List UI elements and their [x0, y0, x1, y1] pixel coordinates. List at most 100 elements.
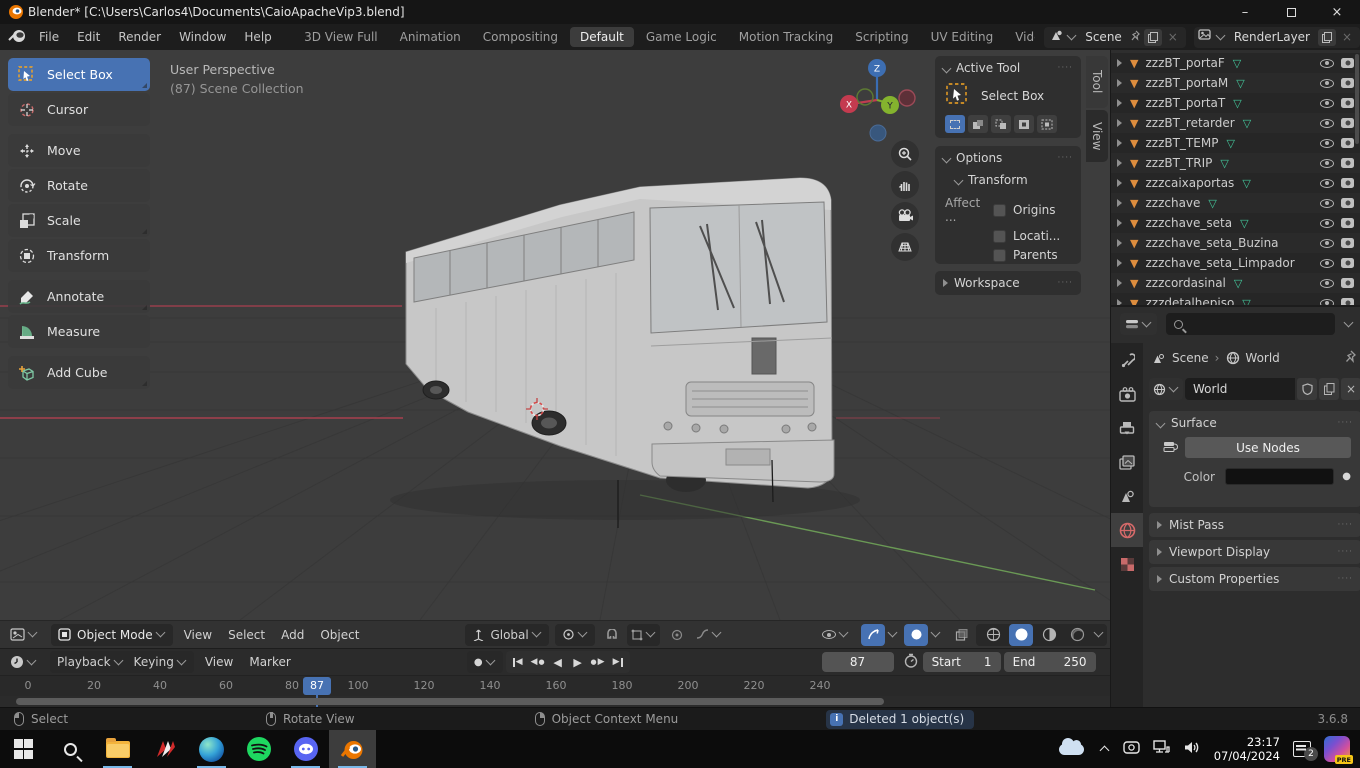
- pivot-point-selector[interactable]: [554, 623, 595, 646]
- locations-checkbox[interactable]: [993, 229, 1006, 243]
- snap-toggle[interactable]: [600, 624, 624, 646]
- tab-output-properties[interactable]: [1111, 411, 1143, 445]
- render-visibility-icon[interactable]: [1341, 78, 1354, 88]
- tool-move[interactable]: Move: [8, 134, 150, 167]
- panel-grip[interactable]: ····: [1338, 418, 1353, 428]
- expand-icon[interactable]: [1117, 79, 1122, 87]
- breadcrumb-scene[interactable]: Scene: [1172, 351, 1209, 365]
- menu-render[interactable]: Render: [109, 24, 170, 50]
- minimize-button[interactable]: –: [1222, 0, 1268, 24]
- sidebar-tab-view[interactable]: View: [1086, 110, 1108, 162]
- panel-grip[interactable]: ····: [1338, 547, 1353, 557]
- render-visibility-icon[interactable]: [1341, 158, 1354, 168]
- outliner-row[interactable]: ▼ zzzcaixaportas ▽: [1111, 173, 1360, 193]
- tool-scale[interactable]: Scale: [8, 204, 150, 237]
- expand-icon[interactable]: [1117, 259, 1122, 267]
- navigation-gizmo[interactable]: Z X Y: [838, 58, 920, 148]
- render-visibility-icon[interactable]: [1341, 238, 1354, 248]
- panel-grip[interactable]: ····: [1058, 278, 1073, 288]
- scene-browse-icon[interactable]: [1048, 29, 1064, 45]
- expand-icon[interactable]: [1117, 239, 1122, 247]
- outliner-row[interactable]: ▼ zzzBT_portaM ▽: [1111, 73, 1360, 93]
- volume-tray-icon[interactable]: [1183, 740, 1201, 758]
- custom-properties-panel[interactable]: Custom Properties ····: [1149, 567, 1360, 591]
- world-browse-button[interactable]: [1149, 378, 1183, 400]
- tab-render-properties[interactable]: [1111, 377, 1143, 411]
- workspace-tab-animation[interactable]: Animation: [390, 27, 471, 47]
- select-mode-new-button[interactable]: [945, 115, 965, 133]
- viewport-display-panel[interactable]: Viewport Display ····: [1149, 540, 1360, 564]
- orthographic-toggle-button[interactable]: [891, 233, 919, 261]
- select-mode-intersect-button[interactable]: [1037, 115, 1057, 133]
- mode-selector[interactable]: Object Mode: [51, 623, 173, 646]
- workspace-header[interactable]: Workspace ····: [935, 271, 1081, 295]
- overlays-toggle[interactable]: [904, 623, 928, 646]
- expand-icon[interactable]: [1117, 199, 1122, 207]
- keying-menu[interactable]: Keying: [134, 655, 174, 669]
- tool-annotate[interactable]: Annotate: [8, 280, 150, 313]
- surface-header[interactable]: Surface ····: [1149, 411, 1360, 435]
- view-layer-name[interactable]: RenderLayer: [1226, 30, 1318, 44]
- end-frame-field[interactable]: End 250: [1003, 652, 1096, 672]
- playhead[interactable]: 87: [303, 677, 331, 695]
- menu-window[interactable]: Window: [170, 24, 235, 50]
- origins-checkbox[interactable]: [993, 203, 1006, 217]
- expand-icon[interactable]: [1117, 59, 1122, 67]
- active-tool-header[interactable]: Active Tool ····: [935, 56, 1081, 80]
- animate-dot-icon[interactable]: ●: [1342, 471, 1351, 482]
- shading-material-button[interactable]: [1037, 624, 1061, 646]
- hide-eye-icon[interactable]: [1320, 278, 1334, 288]
- panel-grip[interactable]: ····: [1058, 63, 1073, 73]
- taskbar-blender[interactable]: [329, 730, 376, 768]
- outliner-row[interactable]: ▼ zzzBT_TRIP ▽: [1111, 153, 1360, 173]
- notification-center-icon[interactable]: 2: [1293, 741, 1318, 761]
- paint-app-icon[interactable]: PRE: [1324, 736, 1353, 764]
- properties-editor-type-button[interactable]: [1120, 313, 1157, 335]
- render-visibility-icon[interactable]: [1341, 218, 1354, 228]
- shading-solid-button[interactable]: [1009, 623, 1033, 646]
- expand-icon[interactable]: [1117, 279, 1122, 287]
- expand-icon[interactable]: [1117, 139, 1122, 147]
- copy-datablock-icon[interactable]: [1319, 378, 1339, 400]
- workspace-tab-game-logic[interactable]: Game Logic: [636, 27, 727, 47]
- render-visibility-icon[interactable]: [1341, 118, 1354, 128]
- menu-file[interactable]: File: [30, 24, 68, 50]
- view-layer-browse-icon[interactable]: [1198, 29, 1213, 45]
- jump-to-start-button[interactable]: ◀: [508, 653, 528, 671]
- workspace-tab-uv-editing[interactable]: UV Editing: [921, 27, 1004, 47]
- sidebar-tab-tool[interactable]: Tool: [1086, 56, 1108, 108]
- tab-tool-properties[interactable]: [1111, 343, 1143, 377]
- play-button[interactable]: ▶: [568, 653, 588, 671]
- properties-search-input[interactable]: [1166, 313, 1335, 335]
- select-mode-invert-button[interactable]: [1014, 115, 1034, 133]
- hide-eye-icon[interactable]: [1320, 98, 1334, 108]
- delete-scene-icon[interactable]: ×: [1164, 29, 1182, 46]
- select-mode-subtract-button[interactable]: [991, 115, 1011, 133]
- gizmos-toggle[interactable]: [861, 623, 885, 646]
- render-visibility-icon[interactable]: [1341, 138, 1354, 148]
- taskbar-discord[interactable]: [282, 730, 329, 768]
- render-visibility-icon[interactable]: [1341, 278, 1354, 288]
- maximize-button[interactable]: [1268, 0, 1314, 24]
- mist-pass-panel[interactable]: Mist Pass ····: [1149, 513, 1360, 537]
- add-menu[interactable]: Add: [273, 628, 312, 642]
- blender-menu-icon[interactable]: [8, 29, 26, 46]
- current-frame-field[interactable]: 87: [821, 652, 894, 672]
- select-menu[interactable]: Select: [220, 628, 273, 642]
- hide-eye-icon[interactable]: [1320, 158, 1334, 168]
- workspace-tab-3d-view-full[interactable]: 3D View Full: [294, 27, 388, 47]
- pin-id-icon[interactable]: [1344, 350, 1357, 366]
- report-message[interactable]: i Deleted 1 object(s): [826, 709, 975, 729]
- tab-scene-properties[interactable]: [1111, 479, 1143, 513]
- taskbar-medal-app[interactable]: [141, 730, 188, 768]
- scene-name[interactable]: Scene: [1077, 30, 1130, 44]
- hide-eye-icon[interactable]: [1320, 258, 1334, 268]
- expand-icon[interactable]: [1117, 99, 1122, 107]
- render-visibility-icon[interactable]: [1341, 298, 1354, 305]
- hide-eye-icon[interactable]: [1320, 58, 1334, 68]
- next-keyframe-button[interactable]: ● ▶: [588, 653, 608, 671]
- panel-grip[interactable]: ····: [1338, 574, 1353, 584]
- tool-add-cube[interactable]: Add Cube: [8, 356, 150, 389]
- outliner-row[interactable]: ▼ zzzBT_TEMP ▽: [1111, 133, 1360, 153]
- auto-keying-button[interactable]: ●: [466, 651, 503, 673]
